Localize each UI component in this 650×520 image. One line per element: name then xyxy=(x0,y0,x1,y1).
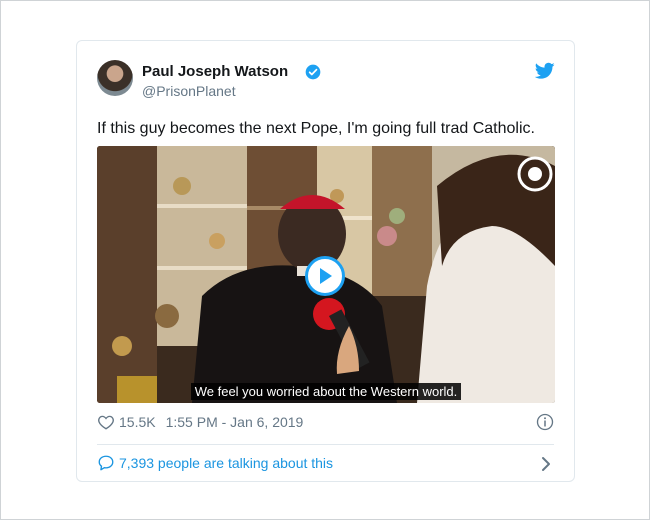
tweet-meta: 15.5K 1:55 PM - Jan 6, 2019 xyxy=(97,413,303,431)
chevron-right-icon[interactable] xyxy=(540,455,552,473)
video-caption-text: We feel you worried about the Western wo… xyxy=(190,383,462,400)
tweet-card[interactable]: Paul Joseph Watson @PrisonPlanet If this… xyxy=(76,40,575,482)
video-player[interactable]: We feel you worried about the Western wo… xyxy=(97,146,555,403)
timestamp[interactable]: 1:55 PM - Jan 6, 2019 xyxy=(166,414,304,430)
conversation-link[interactable]: 7,393 people are talking about this xyxy=(97,454,333,472)
video-caption: We feel you worried about the Western wo… xyxy=(97,383,555,400)
tweet-text: If this guy becomes the next Pope, I'm g… xyxy=(97,120,535,137)
author-handle[interactable]: @PrisonPlanet xyxy=(142,83,236,99)
divider xyxy=(97,444,554,445)
heart-icon[interactable] xyxy=(97,413,115,431)
like-count[interactable]: 15.5K xyxy=(119,414,156,430)
avatar[interactable] xyxy=(97,60,133,96)
play-icon xyxy=(320,268,332,284)
verified-badge-icon xyxy=(305,64,321,80)
conversation-text[interactable]: 7,393 people are talking about this xyxy=(119,455,333,471)
author-name[interactable]: Paul Joseph Watson xyxy=(142,63,288,80)
speech-bubble-icon xyxy=(98,455,114,471)
play-button[interactable] xyxy=(305,256,345,296)
twitter-bird-icon[interactable] xyxy=(535,62,555,80)
info-icon[interactable] xyxy=(536,413,554,431)
